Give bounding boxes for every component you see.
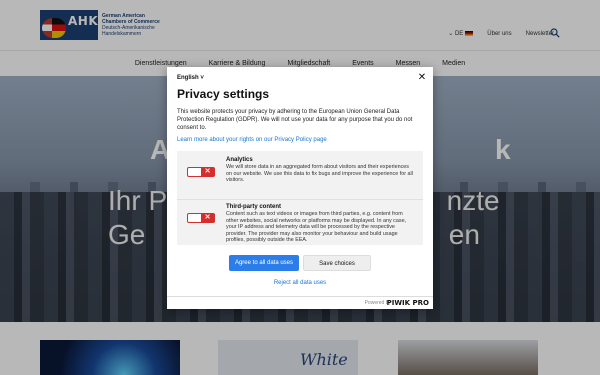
close-icon[interactable]: ✕ xyxy=(417,73,427,83)
category-description: Content such as text videos or images fr… xyxy=(226,211,407,244)
toggle-off-icon: ✕ xyxy=(201,168,214,176)
category-name: Third-party content xyxy=(226,204,281,210)
category-third-party: ✕ Third-party content Content such as te… xyxy=(177,199,423,243)
category-name: Analytics xyxy=(226,157,253,163)
category-text: Analytics We will store data in an aggre… xyxy=(226,157,416,184)
privacy-modal: English ˅ ✕ Privacy settings This websit… xyxy=(167,67,433,309)
piwik-pro-logo: PIWIK PRO xyxy=(386,299,429,307)
category-text: Third-party content Content such as text… xyxy=(226,204,416,244)
analytics-toggle[interactable]: ✕ xyxy=(187,167,215,177)
modal-footer: Powered by PIWIK PRO xyxy=(167,296,433,309)
toggle-off-icon: ✕ xyxy=(201,214,214,222)
agree-all-button[interactable]: Agree to all data uses xyxy=(229,255,299,271)
category-description: We will store data in an aggregated form… xyxy=(226,164,413,184)
third-party-toggle[interactable]: ✕ xyxy=(187,213,215,223)
reject-all-link[interactable]: Reject all data uses xyxy=(167,280,433,286)
modal-language-select[interactable]: English ˅ xyxy=(177,75,204,81)
consent-categories: ✕ Analytics We will store data in an agg… xyxy=(177,151,423,245)
save-choices-button[interactable]: Save choices xyxy=(303,255,371,271)
privacy-policy-link[interactable]: Learn more about your rights on our Priv… xyxy=(177,137,327,143)
modal-title: Privacy settings xyxy=(177,87,270,101)
modal-description: This website protects your privacy by ad… xyxy=(177,109,413,131)
